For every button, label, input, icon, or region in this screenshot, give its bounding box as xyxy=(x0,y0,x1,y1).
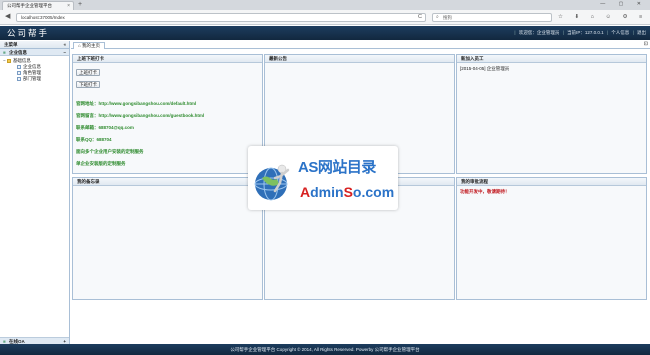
approval-hint: 功能开发中，敬请期待！ xyxy=(460,189,510,194)
sidebar-item-label: 企业信息 xyxy=(23,64,41,69)
tab-home-label: 我的主页 xyxy=(81,43,100,48)
page-icon xyxy=(17,76,21,81)
ip-text: 当前IP：127.0.0.1 xyxy=(567,30,604,35)
email-link[interactable]: 688704@qq.com xyxy=(99,125,134,130)
checkin-button[interactable]: 上班打卡 xyxy=(76,69,100,76)
forum-row: 官网留言：http://www.gongsibangshou.com/guest… xyxy=(76,113,205,118)
new-staff-entry[interactable]: [2015-04-05] 企业管理员 xyxy=(460,66,643,72)
browser-toolbar-icons[interactable]: ☆ ⬇ ⌂ ☺ ⚙ ≡ xyxy=(558,13,647,22)
logout-link[interactable]: 退出 xyxy=(637,30,646,35)
watermark: AS网站目录 AdminSo.com xyxy=(248,146,398,210)
url-bar[interactable]: localhost:37005/Index xyxy=(16,13,426,22)
service-note-1[interactable]: 面向多个企业用户安装的定制服务 xyxy=(76,149,259,155)
search-icon: ⌕ xyxy=(436,14,439,20)
collapse-sidebar-icon[interactable]: « xyxy=(63,41,66,49)
new-tab-button[interactable]: + xyxy=(78,1,82,9)
website-row: 官网地址：http://www.gongsibangshou.com/defau… xyxy=(76,101,197,106)
panel-memo: 我的备忘录 xyxy=(72,177,263,300)
website-link[interactable]: http://www.gongsibangshou.com/default.ht… xyxy=(99,101,197,106)
page-icon xyxy=(17,70,21,75)
main-tabs: ⌂ 我的主页 ⊡ xyxy=(71,41,650,49)
service-note-2[interactable]: 单企业安装版的定制服务 xyxy=(76,161,259,167)
watermark-line1: AS网站目录 xyxy=(298,159,376,176)
qq-row: 联系QQ：688704 xyxy=(76,137,112,142)
panel-title: 上班下班打卡 xyxy=(73,55,262,63)
back-icon[interactable]: ◀ xyxy=(5,13,10,21)
panel-new-staff: 新加入员工 [2015-04-05] 企业管理员 xyxy=(456,54,647,174)
close-tab-icon[interactable]: × xyxy=(67,3,70,9)
forum-link[interactable]: http://www.gongsibangshou.com/guestbook.… xyxy=(99,113,205,118)
copyright-text: 公司帮手企业管理平台 Copyright © 2014, All Rights … xyxy=(230,347,420,352)
panel-title: 我的备忘录 xyxy=(73,178,262,186)
window-controls[interactable]: — ▢ ✕ xyxy=(600,1,647,7)
app-title: 公司帮手 xyxy=(7,28,50,38)
sidebar-item-label: 部门管理 xyxy=(23,76,41,81)
globe-logo-icon xyxy=(254,164,290,201)
user-bar: | 欢迎您：企业管理员 | 当前IP：127.0.0.1 | 个人信息 | 退出 xyxy=(514,30,646,35)
sidebar-group-oa[interactable]: ■ 在线OA + xyxy=(0,337,69,344)
browser-search-input[interactable]: ⌕ 搜狗 xyxy=(432,13,552,22)
browser-tab-title: 公司帮手企业管理平台 xyxy=(7,3,52,8)
home-icon: ⌂ xyxy=(78,43,81,48)
welcome-text: 欢迎您：企业管理员 xyxy=(518,30,560,35)
panel-title: 我的审批流程 xyxy=(457,178,646,186)
group-toggle-icon[interactable]: − xyxy=(63,49,66,56)
tab-home[interactable]: ⌂ 我的主页 xyxy=(73,42,105,49)
sidebar-item-label: 角色管理 xyxy=(23,70,41,75)
search-placeholder: 搜狗 xyxy=(443,15,452,20)
sidebar-item-departments[interactable]: 部门管理 xyxy=(0,76,69,82)
fullscreen-icon[interactable]: ⊡ xyxy=(644,41,648,48)
url-text: localhost:37005/Index xyxy=(21,15,65,20)
page-icon xyxy=(17,64,21,69)
sidebar-title: 主菜单 xyxy=(4,42,18,47)
personal-info-link[interactable]: 个人信息 xyxy=(611,30,629,35)
sidebar-header: 主菜单 « xyxy=(0,41,69,49)
panel-approval: 我的审批流程 功能开发中，敬请期待！ xyxy=(456,177,647,300)
app-header: 公司帮手 | 欢迎您：企业管理员 | 当前IP：127.0.0.1 | 个人信息… xyxy=(0,26,650,40)
panel-title: 新加入员工 xyxy=(457,55,646,63)
sidebar: 主菜单 « ■ 企业信息 − − 基础信息 企业信息 角色管理 部门管理 ■ 在… xyxy=(0,41,70,344)
checkout-button[interactable]: 下班打卡 xyxy=(76,81,100,88)
browser-navbar: ◀ localhost:37005/Index C ⌕ 搜狗 ☆ ⬇ ⌂ ☺ ⚙… xyxy=(0,10,650,25)
panel-title: 最新公告 xyxy=(265,55,454,63)
group-icon: ■ xyxy=(3,50,6,55)
tree-root-label: 基础信息 xyxy=(12,58,31,63)
browser-tabstrip: 公司帮手企业管理平台 × + — ▢ ✕ xyxy=(0,0,650,10)
watermark-line2: AdminSo.com xyxy=(300,184,395,200)
browser-tab[interactable]: 公司帮手企业管理平台 × xyxy=(2,1,74,10)
sidebar-group-label: 企业信息 xyxy=(9,50,27,55)
qq-value: 688704 xyxy=(96,137,112,142)
panel-checkin: 上班下班打卡 上班打卡 下班打卡 官网地址：http://www.gongsib… xyxy=(72,54,263,174)
folder-icon xyxy=(6,58,11,63)
sidebar-group-company[interactable]: ■ 企业信息 − xyxy=(0,49,69,56)
email-row: 联系邮箱：688704@qq.com xyxy=(76,125,134,130)
app-footer: 公司帮手企业管理平台 Copyright © 2014, All Rights … xyxy=(0,344,650,355)
reload-icon[interactable]: C xyxy=(418,13,422,22)
tree-toggle-icon[interactable]: − xyxy=(3,58,6,63)
